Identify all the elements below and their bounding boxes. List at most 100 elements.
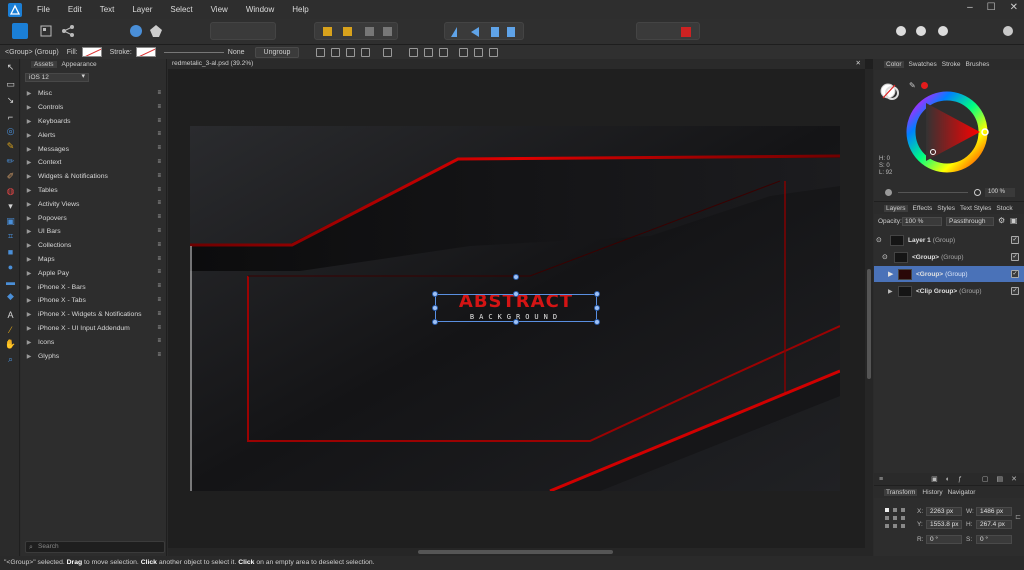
tab-color[interactable]: Color xyxy=(884,61,904,68)
snapping-icon[interactable] xyxy=(148,23,164,39)
category-menu-icon[interactable]: ≡ xyxy=(157,311,161,317)
artwork-title-group[interactable]: ABSTRACT BACKGROUND xyxy=(432,274,600,325)
menu-window[interactable]: Window xyxy=(237,5,283,14)
document-tab[interactable]: redmetalic_3-al.psd (39.2%) ✕ xyxy=(168,59,865,69)
shear-field[interactable]: 0 ° xyxy=(976,535,1012,544)
rounded-rect-tool-icon[interactable]: ▬ xyxy=(5,276,16,287)
tab-stock[interactable]: Stock xyxy=(996,205,1012,212)
expand-arrow-icon[interactable]: ▶ xyxy=(23,256,35,263)
category-menu-icon[interactable]: ≡ xyxy=(157,118,161,124)
expand-arrow-icon[interactable]: ▶ xyxy=(888,288,898,295)
expand-arrow-icon[interactable]: ▶ xyxy=(23,325,35,332)
x-field[interactable]: 2263 px xyxy=(926,507,962,516)
fill-tool-icon[interactable]: ◍ xyxy=(5,186,16,197)
view-outline-icon[interactable] xyxy=(935,23,951,39)
selection-handle[interactable] xyxy=(513,291,519,297)
menu-text[interactable]: Text xyxy=(91,5,124,14)
category-menu-icon[interactable]: ≡ xyxy=(157,187,161,193)
selection-handle[interactable] xyxy=(594,291,600,297)
point-transform-icon[interactable]: ◎ xyxy=(5,126,16,137)
crop-tool-icon[interactable]: ⌗ xyxy=(5,231,16,242)
asset-category-row[interactable]: ▶ iPhone X - UI Input Addendum ≡ xyxy=(21,322,167,336)
pen-tool-icon[interactable]: ✎ xyxy=(5,141,16,152)
asset-category-row[interactable]: ▶ Keyboards ≡ xyxy=(21,115,167,129)
selection-handle[interactable] xyxy=(594,305,600,311)
group-icon[interactable]: ▤ xyxy=(996,475,1003,483)
tab-transform[interactable]: Transform xyxy=(884,489,918,496)
persona-export-icon[interactable] xyxy=(60,23,76,39)
account-icon[interactable] xyxy=(1000,23,1016,39)
selection-handle[interactable] xyxy=(432,319,438,325)
adjustment-icon[interactable]: ◐ xyxy=(946,476,950,483)
stroke-style-value[interactable]: None xyxy=(228,49,245,56)
visibility-checkbox[interactable]: ✓ xyxy=(1011,253,1019,261)
visibility-checkbox[interactable]: ✓ xyxy=(1011,287,1019,295)
category-menu-icon[interactable]: ≡ xyxy=(157,104,161,110)
expand-arrow-icon[interactable]: ▶ xyxy=(23,311,35,318)
rotation-handle[interactable] xyxy=(513,274,519,280)
transparency-tool-icon[interactable]: ▾ xyxy=(5,201,16,212)
opacity-slider-knob[interactable] xyxy=(974,189,981,196)
layer-row[interactable]: ▶ <Clip Group> (Group) ✓ xyxy=(874,283,1024,299)
maximize-icon[interactable]: ☐ xyxy=(987,2,996,13)
visibility-checkbox[interactable]: ✓ xyxy=(1011,236,1019,244)
asset-category-row[interactable]: ▶ iPhone X - Widgets & Notifications ≡ xyxy=(21,308,167,322)
category-menu-icon[interactable]: ≡ xyxy=(157,228,161,234)
eyedropper-icon[interactable]: ✎ xyxy=(909,81,916,90)
expand-arrow-icon[interactable]: ▶ xyxy=(23,201,35,208)
expand-arrow-icon[interactable]: ▶ xyxy=(23,118,35,125)
bounding-icon[interactable] xyxy=(361,47,371,57)
category-menu-icon[interactable]: ≡ xyxy=(157,90,161,96)
mask-icon[interactable]: ▣ xyxy=(931,475,938,483)
rotation-field[interactable]: 0 ° xyxy=(926,535,962,544)
width-field[interactable]: 1486 px xyxy=(976,507,1012,516)
expand-arrow-icon[interactable]: ▶ xyxy=(23,90,35,97)
close-icon[interactable]: ✕ xyxy=(1010,2,1018,13)
move-tool-icon[interactable]: ↖ xyxy=(5,62,16,73)
expand-arrow-icon[interactable]: ▶ xyxy=(23,284,35,291)
expand-arrow-icon[interactable]: ▶ xyxy=(23,187,35,194)
asset-category-row[interactable]: ▶ Context ≡ xyxy=(21,156,167,170)
alignment-icon[interactable] xyxy=(383,47,393,57)
menu-select[interactable]: Select xyxy=(161,5,201,14)
category-menu-icon[interactable]: ≡ xyxy=(157,269,161,275)
persona-pixel-icon[interactable] xyxy=(38,23,54,39)
asset-category-row[interactable]: ▶ Collections ≡ xyxy=(21,239,167,253)
asset-category-row[interactable]: ▶ Widgets & Notifications ≡ xyxy=(21,170,167,184)
flip-v-icon[interactable] xyxy=(346,47,356,57)
expand-toggle-icon[interactable]: ⊙ xyxy=(882,253,892,261)
align-center-icon[interactable] xyxy=(424,47,434,57)
place-image-icon[interactable]: ▣ xyxy=(5,216,16,227)
assistant-icon[interactable] xyxy=(128,23,144,39)
fill-stroke-selector-icon[interactable] xyxy=(880,81,900,101)
asset-category-row[interactable]: ▶ iPhone X - Bars ≡ xyxy=(21,280,167,294)
expand-arrow-icon[interactable]: ▶ xyxy=(23,146,35,153)
expand-arrow-icon[interactable]: ▶ xyxy=(23,353,35,360)
asset-category-dropdown[interactable]: iOS 12 xyxy=(25,73,89,82)
tab-assets[interactable]: Assets xyxy=(31,61,57,68)
selection-handle[interactable] xyxy=(432,305,438,311)
category-menu-icon[interactable]: ≡ xyxy=(157,145,161,151)
tab-effects[interactable]: Effects xyxy=(913,205,933,212)
expand-arrow-icon[interactable]: ▶ xyxy=(23,104,35,111)
menu-help[interactable]: Help xyxy=(283,5,317,14)
node-tool-icon[interactable]: ↘ xyxy=(5,95,16,106)
view-mode-icon[interactable] xyxy=(893,23,909,39)
tab-navigator[interactable]: Navigator xyxy=(948,489,976,496)
fill-swatch[interactable] xyxy=(81,47,102,57)
ellipse-tool-icon[interactable]: ● xyxy=(5,261,16,272)
selection-handle[interactable] xyxy=(594,319,600,325)
fx-icon[interactable]: ƒ xyxy=(958,476,962,483)
category-menu-icon[interactable]: ≡ xyxy=(157,283,161,289)
asset-category-row[interactable]: ▶ Activity Views ≡ xyxy=(21,197,167,211)
category-menu-icon[interactable]: ≡ xyxy=(157,325,161,331)
color-opacity-field[interactable]: 100 % xyxy=(985,188,1015,197)
tab-appearance[interactable]: Appearance xyxy=(62,61,97,68)
blend-mode-dropdown[interactable]: Passthrough xyxy=(946,217,994,226)
layer-lock-icon[interactable]: ▣ xyxy=(1010,216,1018,225)
flip-h-icon[interactable] xyxy=(331,47,341,57)
tab-styles[interactable]: Styles xyxy=(937,205,955,212)
category-menu-icon[interactable]: ≡ xyxy=(157,159,161,165)
align-right-icon[interactable] xyxy=(439,47,449,57)
minimize-icon[interactable]: – xyxy=(967,2,973,13)
